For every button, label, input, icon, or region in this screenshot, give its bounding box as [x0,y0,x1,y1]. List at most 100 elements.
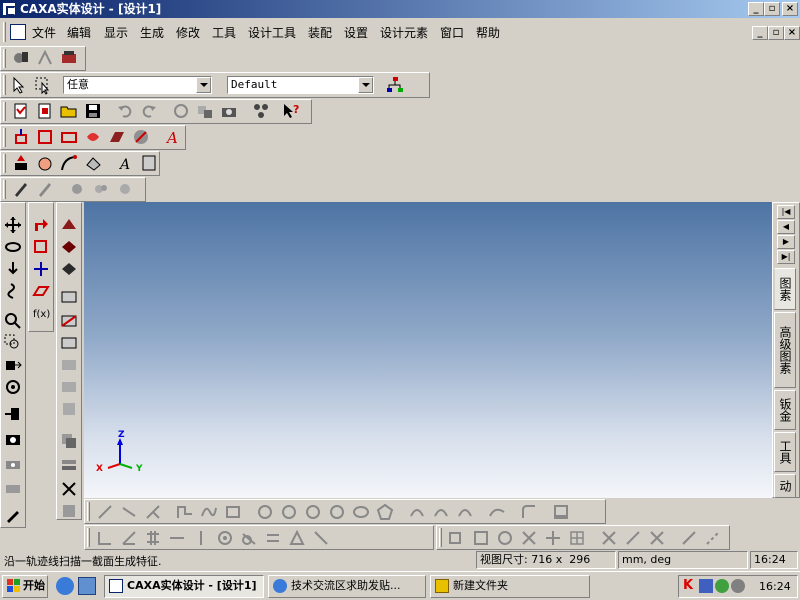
target-icon[interactable] [3,377,23,397]
menu-help[interactable]: 帮助 [476,24,500,41]
move-up-icon[interactable] [11,153,31,173]
regenerate-icon[interactable] [171,101,191,121]
desktop-quicklaunch-icon[interactable] [78,577,96,595]
diagonal-icon[interactable] [311,528,331,548]
position-arrow-icon[interactable] [31,215,51,235]
zoom-icon[interactable] [3,311,23,331]
new-design-icon[interactable] [35,101,55,121]
block-icon[interactable] [59,501,79,521]
minimize-button[interactable]: _ [748,2,764,16]
arc-center-icon[interactable] [431,502,451,522]
redo-icon[interactable] [139,101,159,121]
tab-tools[interactable]: 工具 [774,432,796,472]
camera-move-icon[interactable] [3,453,23,473]
dynamic-view-icon[interactable] [3,281,23,301]
sweep-icon[interactable] [131,127,151,147]
line-icon[interactable] [95,502,115,522]
tray-app-icon[interactable] [715,579,729,593]
menu-settings[interactable]: 设置 [344,24,368,41]
toolbar-grip[interactable] [3,49,6,68]
viewport-3d[interactable]: Z X Y [84,202,772,498]
menu-view[interactable]: 显示 [104,24,128,41]
construction-icon[interactable] [703,528,723,548]
toolbar-grip[interactable] [3,75,6,95]
open-folder-icon[interactable] [59,101,79,121]
mdi-close-button[interactable]: × [784,26,800,40]
walk-icon[interactable] [3,259,23,279]
circle-tangent-icon[interactable] [327,502,347,522]
design-env-icon[interactable] [11,48,31,68]
mirror-2d-icon[interactable] [679,528,699,548]
arc-tangent-icon[interactable] [455,502,475,522]
circle-center-icon[interactable] [255,502,275,522]
move-2d-icon[interactable] [543,528,563,548]
close-button[interactable]: × [782,2,798,16]
concentric-icon[interactable] [215,528,235,548]
view-direction-icon[interactable] [3,355,23,375]
rotate-2d-icon[interactable] [495,528,515,548]
nav-next-button[interactable]: ▶ [777,235,795,249]
menu-assembly[interactable]: 装配 [308,24,332,41]
sketch-profile-icon[interactable] [59,127,79,147]
toolbar-grip[interactable] [87,502,90,521]
properties-icon[interactable] [195,101,215,121]
design-tree-icon[interactable] [385,75,405,95]
fillet-2d-icon[interactable] [519,502,539,522]
extrude-icon[interactable] [11,127,31,147]
toolbar-grip[interactable] [3,128,6,147]
tab-sheet-metal[interactable]: 钣金 [774,390,796,430]
circle-2pt-icon[interactable] [279,502,299,522]
grid-icon[interactable] [567,528,587,548]
chamfer-icon[interactable] [59,259,79,279]
sketch-rect-icon[interactable] [35,127,55,147]
task-caxa[interactable]: CAXA实体设计 - [设计1] [104,575,264,598]
shell-icon[interactable] [59,215,79,235]
task-browser[interactable]: 技术交流区求助发贴... [268,575,426,598]
mdi-minimize-button[interactable]: _ [752,26,768,40]
anchor-icon[interactable] [31,237,51,257]
text-style-icon[interactable]: A [115,153,135,173]
menu-generate[interactable]: 生成 [140,24,164,41]
rectangle-icon[interactable] [223,502,243,522]
pattern-icon[interactable] [59,355,79,375]
camera-view-icon[interactable] [3,429,23,449]
split-icon[interactable] [59,311,79,331]
curve-icon[interactable] [59,153,79,173]
menubar-grip[interactable] [3,22,6,42]
network-icon[interactable] [699,579,713,593]
triad-icon[interactable] [31,259,51,279]
start-button[interactable]: 开始 [2,575,48,598]
toolbar-grip[interactable] [87,528,90,547]
circle-3pt-icon[interactable] [303,502,323,522]
vertical-icon[interactable] [191,528,211,548]
help-pointer-icon[interactable]: ? [281,101,301,121]
chevron-down-icon[interactable] [358,77,373,93]
spline-icon[interactable] [199,502,219,522]
arc-3pt-icon[interactable] [407,502,427,522]
new-file-icon[interactable] [11,101,31,121]
toolbar-grip[interactable] [3,102,6,121]
dimension-icon[interactable] [95,528,115,548]
catalog-icon[interactable] [59,48,79,68]
scale-icon[interactable] [59,399,79,419]
loft-icon[interactable] [107,127,127,147]
pencil-icon[interactable] [35,179,55,199]
tools-icon[interactable] [59,479,79,499]
menu-edit[interactable]: 编辑 [67,24,91,41]
nav-last-button[interactable]: ▶| [777,250,795,264]
angle-line-icon[interactable] [143,502,163,522]
selection-filter-combo[interactable]: 任意 [63,76,212,94]
toolbar-grip[interactable] [3,180,6,199]
menu-modify[interactable]: 修改 [176,24,200,41]
break-icon[interactable] [647,528,667,548]
horizontal-icon[interactable] [167,528,187,548]
polyline-icon[interactable] [175,502,195,522]
scale-2d-icon[interactable] [519,528,539,548]
view-point-icon[interactable] [3,405,23,425]
bspline-icon[interactable] [487,502,507,522]
brush-icon[interactable] [3,505,23,525]
tab-animation[interactable]: 动 [774,474,796,498]
ie-quicklaunch-icon[interactable] [56,577,74,595]
tree-view-icon[interactable] [251,101,271,121]
toolbar-grip[interactable] [439,528,442,547]
